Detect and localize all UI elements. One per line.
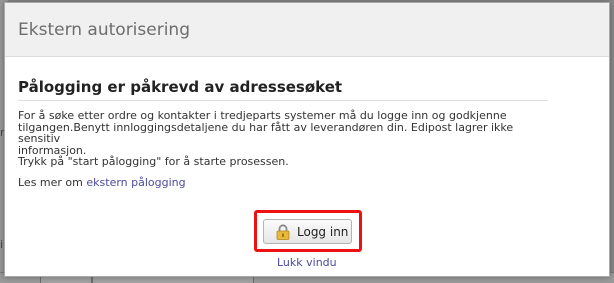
content-heading: Pålogging er påkrevd av adressesøket bbox=[18, 78, 343, 96]
close-window-link[interactable]: Lukk vindu bbox=[277, 256, 337, 269]
read-more-prefix: Les mer om bbox=[18, 176, 83, 189]
body-line: Trykk på "start pålogging" for å starte … bbox=[18, 155, 289, 168]
dialog-title: Ekstern autorisering bbox=[18, 20, 191, 40]
content-divider bbox=[18, 100, 548, 101]
body-line: tilgangen.Benytt innloggingsdetaljene du… bbox=[18, 120, 514, 145]
dialog-header: Ekstern autorisering bbox=[5, 3, 609, 57]
external-login-link[interactable]: ekstern pålogging bbox=[86, 176, 185, 189]
login-button[interactable]: Logg inn bbox=[263, 219, 352, 244]
read-more-line: Les mer om ekstern pålogging bbox=[18, 176, 186, 189]
content-body: For å søke etter ordre og kontakter i tr… bbox=[18, 110, 518, 168]
external-auth-dialog: Ekstern autorisering Pålogging er påkrev… bbox=[4, 2, 610, 277]
login-button-label: Logg inn bbox=[297, 224, 349, 239]
body-line: For å søke etter ordre og kontakter i tr… bbox=[18, 109, 507, 122]
lock-icon bbox=[276, 223, 290, 240]
